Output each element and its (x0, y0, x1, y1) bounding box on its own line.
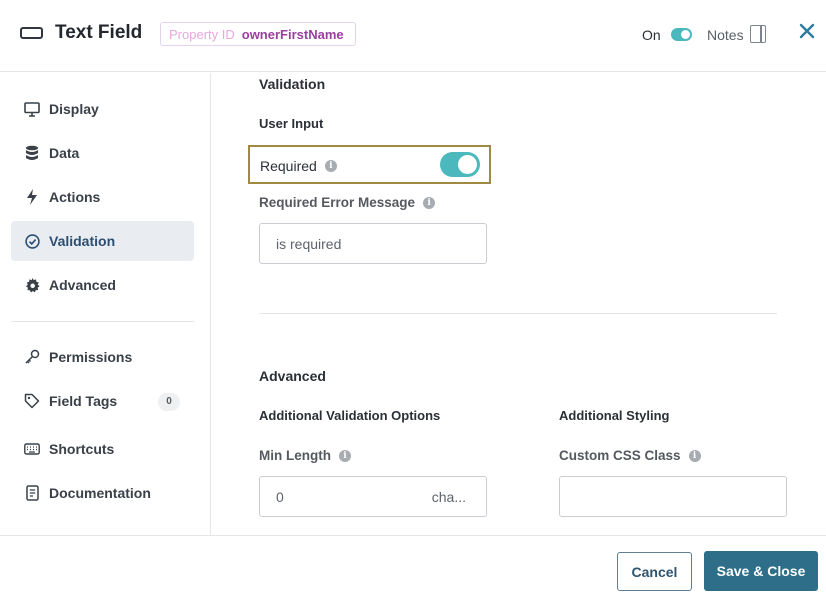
modal-header: Text Field Property ID ownerFirstName On… (0, 0, 826, 72)
tag-icon (24, 393, 40, 409)
toggle-knob (458, 155, 477, 174)
sidebar-item-label: Display (49, 101, 99, 117)
error-message-label-group: Required Error Message i (259, 195, 436, 210)
section-title-validation: Validation (259, 76, 326, 92)
sidebar-item-actions[interactable]: Actions (11, 177, 194, 217)
subsection-title-styling: Additional Styling (559, 408, 670, 423)
sidebar-item-label: Validation (49, 233, 116, 249)
min-length-value: 0 (276, 488, 284, 505)
info-icon[interactable]: i (324, 160, 337, 172)
required-toggle[interactable] (440, 152, 480, 177)
check-circle-icon (24, 233, 40, 249)
text-field-icon (20, 27, 43, 39)
sidebar-item-data[interactable]: Data (11, 133, 194, 173)
key-icon (24, 349, 40, 365)
property-id-value: ownerFirstName (241, 26, 344, 42)
property-id-badge[interactable]: Property ID ownerFirstName (160, 22, 356, 46)
sidebar-item-advanced[interactable]: Advanced (11, 265, 194, 305)
notes-panel-icon[interactable] (750, 25, 766, 43)
css-class-label: Custom CSS Class (559, 448, 681, 463)
field-tags-count-badge: 0 (158, 393, 180, 411)
subsection-title-validation-options: Additional Validation Options (259, 408, 441, 423)
monitor-icon (24, 101, 40, 117)
sidebar-item-label: Shortcuts (49, 441, 115, 457)
info-icon[interactable]: i (338, 449, 351, 462)
section-title-advanced: Advanced (259, 368, 326, 384)
section-divider (259, 313, 777, 314)
notes-label[interactable]: Notes (707, 27, 744, 43)
close-x-glyph (799, 23, 815, 39)
sidebar-divider (11, 321, 194, 322)
property-id-label: Property ID (169, 26, 235, 42)
sidebar-item-label: Advanced (49, 277, 116, 293)
gear-icon (24, 277, 40, 293)
on-toggle[interactable] (671, 28, 692, 41)
info-icon[interactable]: i (423, 196, 436, 209)
save-and-close-button[interactable]: Save & Close (704, 551, 818, 591)
sidebar-item-documentation[interactable]: Documentation (11, 473, 194, 513)
error-message-label: Required Error Message (259, 195, 416, 210)
min-length-label-group: Min Length i (259, 448, 351, 463)
css-class-input[interactable] (559, 476, 787, 517)
document-icon (24, 485, 40, 501)
lightning-icon (24, 189, 40, 205)
sidebar-item-permissions[interactable]: Permissions (11, 337, 194, 377)
database-icon (24, 145, 40, 161)
on-label: On (642, 27, 661, 43)
sidebar-item-shortcuts[interactable]: Shortcuts (11, 429, 194, 469)
error-message-value: is required (276, 235, 342, 252)
required-toggle-row: Required i (248, 145, 491, 184)
required-label-group: Required i (260, 158, 337, 174)
sidebar: Display Data Actions Validation Advanced… (0, 73, 211, 535)
min-length-unit-suffix: cha... (431, 489, 466, 505)
sidebar-item-label: Actions (49, 189, 101, 205)
modal-title: Text Field (55, 22, 143, 43)
sidebar-item-display[interactable]: Display (11, 89, 194, 129)
css-class-label-group: Custom CSS Class i (559, 448, 701, 463)
keyboard-icon (24, 441, 40, 457)
sidebar-item-label: Field Tags (49, 393, 118, 409)
info-icon[interactable]: i (688, 449, 701, 462)
cancel-button[interactable]: Cancel (617, 552, 692, 591)
sidebar-item-label: Permissions (49, 349, 133, 365)
subsection-title-user-input: User Input (259, 116, 324, 131)
sidebar-item-validation[interactable]: Validation (11, 221, 194, 261)
sidebar-item-label: Data (49, 145, 80, 161)
close-icon[interactable] (798, 22, 818, 44)
toggle-knob (681, 30, 690, 39)
error-message-input[interactable]: is required (259, 223, 487, 264)
min-length-input[interactable]: 0 cha... (259, 476, 487, 517)
min-length-label: Min Length (259, 448, 331, 463)
sidebar-item-label: Documentation (49, 485, 151, 501)
required-label: Required (260, 158, 317, 174)
modal-footer: Cancel Save & Close (0, 535, 826, 600)
main-panel: Validation User Input Required i Require… (212, 73, 826, 535)
